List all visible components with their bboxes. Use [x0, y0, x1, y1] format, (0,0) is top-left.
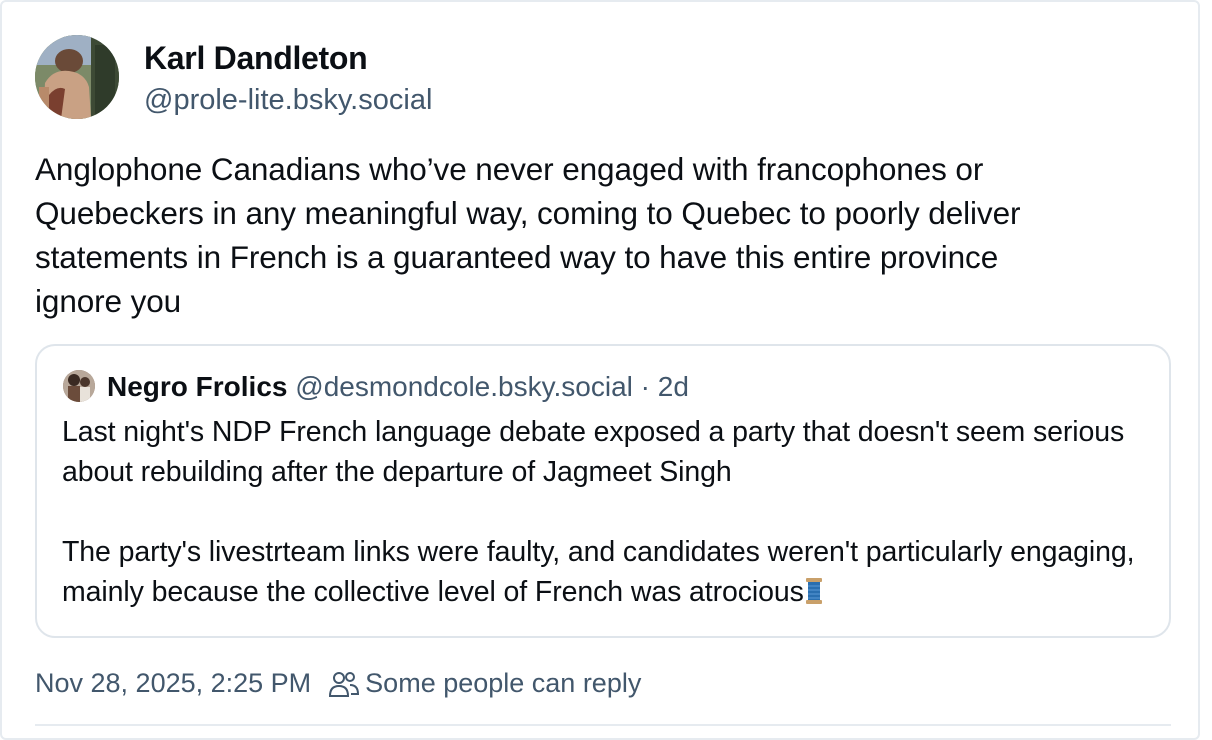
quoted-author-handle[interactable]: @desmondcole.bsky.social — [295, 371, 633, 402]
post-card: Karl Dandleton @prole-lite.bsky.social A… — [0, 0, 1200, 740]
quoted-author-avatar[interactable] — [63, 370, 95, 402]
spool-of-thread-icon — [805, 575, 822, 604]
reply-setting[interactable]: Some people can reply — [365, 668, 641, 699]
post-meta: Nov 28, 2025, 2:25 PM Some people can re… — [35, 668, 641, 699]
quoted-paragraph: Last night's NDP French language debate … — [62, 416, 1125, 488]
post-text: Anglophone Canadians who’ve never engage… — [35, 151, 1021, 319]
quoted-author-name[interactable]: Negro Frolics — [107, 371, 287, 402]
author-avatar[interactable] — [35, 35, 119, 119]
post-timestamp[interactable]: Nov 28, 2025, 2:25 PM — [35, 668, 311, 699]
quoted-post-time: · 2d — [632, 371, 689, 402]
quoted-post-text: Last night's NDP French language debate … — [62, 412, 1152, 612]
quoted-post[interactable]: Negro Frolics @desmondcole.bsky.social ·… — [35, 344, 1171, 638]
quoted-post-header: Negro Frolics @desmondcole.bsky.social ·… — [107, 370, 689, 404]
people-icon — [329, 670, 360, 698]
divider — [35, 724, 1171, 726]
author-handle[interactable]: @prole-lite.bsky.social — [144, 84, 432, 117]
quoted-paragraph-last: The party's livestrteam links were fault… — [62, 532, 1152, 612]
author-display-name[interactable]: Karl Dandleton — [144, 40, 368, 77]
quoted-paragraph-text: The party's livestrteam links were fault… — [62, 536, 1135, 608]
